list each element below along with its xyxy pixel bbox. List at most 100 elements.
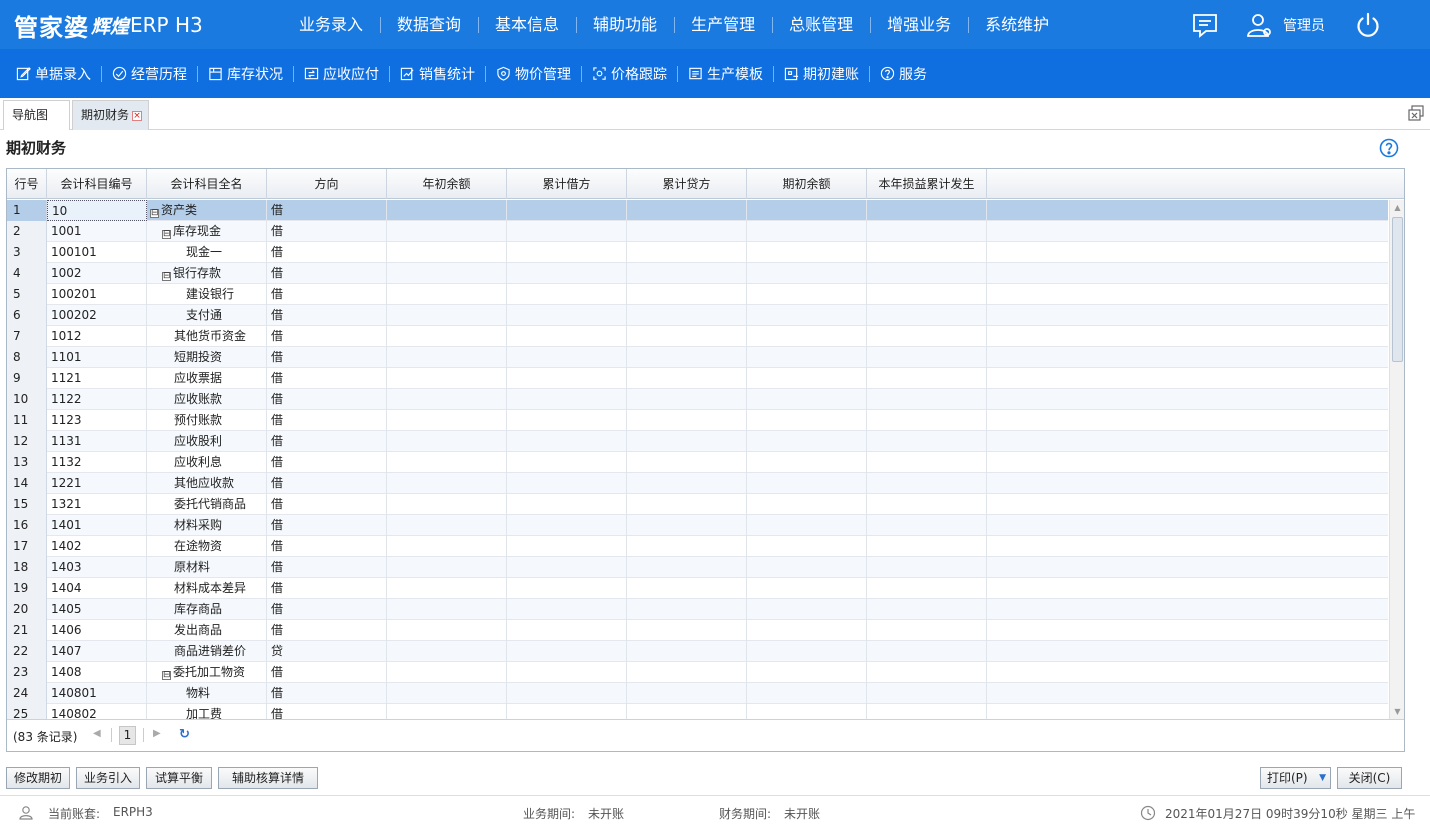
direction-cell[interactable]: 借: [267, 557, 387, 578]
account-code-cell[interactable]: 1321: [47, 494, 147, 515]
main-nav-item[interactable]: 生产管理: [674, 0, 772, 49]
amount-cell[interactable]: [747, 557, 867, 578]
table-row[interactable]: 25 140802 加工费 借: [7, 704, 1388, 719]
close-tab-icon[interactable]: ×: [132, 111, 142, 121]
amount-cell[interactable]: [507, 536, 627, 557]
col-header-direction[interactable]: 方向: [267, 169, 387, 199]
amount-cell[interactable]: [747, 284, 867, 305]
amount-cell[interactable]: [867, 200, 987, 221]
amount-cell[interactable]: [507, 557, 627, 578]
amount-cell[interactable]: [507, 473, 627, 494]
account-name-cell[interactable]: 发出商品: [147, 620, 267, 641]
amount-cell[interactable]: [507, 410, 627, 431]
amount-cell[interactable]: [627, 200, 747, 221]
amount-cell[interactable]: [387, 515, 507, 536]
refresh-icon[interactable]: ↻: [179, 727, 191, 742]
amount-cell[interactable]: [867, 662, 987, 683]
account-code-cell[interactable]: 100202: [47, 305, 147, 326]
amount-cell[interactable]: [387, 326, 507, 347]
direction-cell[interactable]: 借: [267, 473, 387, 494]
amount-cell[interactable]: [747, 305, 867, 326]
amount-cell[interactable]: [507, 263, 627, 284]
amount-cell[interactable]: [867, 620, 987, 641]
direction-cell[interactable]: 借: [267, 494, 387, 515]
direction-cell[interactable]: 借: [267, 347, 387, 368]
direction-cell[interactable]: 借: [267, 326, 387, 347]
amount-cell[interactable]: [747, 200, 867, 221]
amount-cell[interactable]: [627, 368, 747, 389]
direction-cell[interactable]: 借: [267, 200, 387, 221]
direction-cell[interactable]: 借: [267, 536, 387, 557]
direction-cell[interactable]: 借: [267, 431, 387, 452]
amount-cell[interactable]: [747, 452, 867, 473]
account-name-cell[interactable]: 短期投资: [147, 347, 267, 368]
account-name-cell[interactable]: 其他货币资金: [147, 326, 267, 347]
amount-cell[interactable]: [507, 683, 627, 704]
amount-cell[interactable]: [867, 515, 987, 536]
amount-cell[interactable]: [747, 620, 867, 641]
amount-cell[interactable]: [627, 410, 747, 431]
amount-cell[interactable]: [627, 683, 747, 704]
amount-cell[interactable]: [747, 599, 867, 620]
scroll-up-arrow[interactable]: ▲: [1390, 200, 1405, 215]
main-nav-item[interactable]: 系统维护: [968, 0, 1066, 49]
amount-cell[interactable]: [507, 305, 627, 326]
amount-cell[interactable]: [507, 389, 627, 410]
amount-cell[interactable]: [867, 326, 987, 347]
account-name-cell[interactable]: 加工费: [147, 704, 267, 719]
table-row[interactable]: 8 1101 短期投资 借: [7, 347, 1388, 368]
account-name-cell[interactable]: 预付账款: [147, 410, 267, 431]
amount-cell[interactable]: [507, 515, 627, 536]
account-name-cell[interactable]: 商品进销差价: [147, 641, 267, 662]
table-row[interactable]: 2 1001 ⊟ 库存现金借: [7, 221, 1388, 242]
amount-cell[interactable]: [387, 284, 507, 305]
amount-cell[interactable]: [387, 641, 507, 662]
amount-cell[interactable]: [747, 704, 867, 719]
table-row[interactable]: 12 1131 应收股利 借: [7, 431, 1388, 452]
amount-cell[interactable]: [627, 557, 747, 578]
amount-cell[interactable]: [627, 599, 747, 620]
amount-cell[interactable]: [387, 494, 507, 515]
collapse-toggle-icon[interactable]: ⊟: [150, 209, 159, 218]
account-code-cell[interactable]: 100101: [47, 242, 147, 263]
account-name-cell[interactable]: 原材料: [147, 557, 267, 578]
amount-cell[interactable]: [867, 494, 987, 515]
account-name-cell[interactable]: 现金一: [147, 242, 267, 263]
amount-cell[interactable]: [747, 683, 867, 704]
amount-cell[interactable]: [747, 347, 867, 368]
print-button[interactable]: 打印(P) ▼: [1260, 767, 1331, 789]
subnav-item-inventory[interactable]: 库存状况: [197, 63, 294, 85]
amount-cell[interactable]: [387, 578, 507, 599]
amount-cell[interactable]: [507, 242, 627, 263]
amount-cell[interactable]: [867, 389, 987, 410]
table-row[interactable]: 21 1406 发出商品 借: [7, 620, 1388, 641]
main-nav-item[interactable]: 数据查询: [380, 0, 478, 49]
col-header-pl[interactable]: 本年损益累计发生: [867, 169, 987, 199]
amount-cell[interactable]: [627, 284, 747, 305]
account-name-cell[interactable]: ⊟ 委托加工物资: [147, 662, 267, 683]
amount-cell[interactable]: [507, 326, 627, 347]
amount-cell[interactable]: [387, 662, 507, 683]
amount-cell[interactable]: [747, 326, 867, 347]
amount-cell[interactable]: [507, 620, 627, 641]
account-code-cell[interactable]: 1123: [47, 410, 147, 431]
direction-cell[interactable]: 借: [267, 368, 387, 389]
account-name-cell[interactable]: 物料: [147, 683, 267, 704]
account-code-cell[interactable]: 1401: [47, 515, 147, 536]
vertical-scrollbar[interactable]: ▲ ▼: [1389, 200, 1404, 719]
direction-cell[interactable]: 借: [267, 662, 387, 683]
account-name-cell[interactable]: 材料采购: [147, 515, 267, 536]
close-button[interactable]: 关闭(C): [1337, 767, 1402, 789]
business-import-button[interactable]: 业务引入: [76, 767, 140, 789]
account-code-cell[interactable]: 1132: [47, 452, 147, 473]
amount-cell[interactable]: [387, 347, 507, 368]
amount-cell[interactable]: [747, 389, 867, 410]
power-icon[interactable]: [1354, 11, 1382, 39]
account-code-cell[interactable]: 1403: [47, 557, 147, 578]
amount-cell[interactable]: [747, 641, 867, 662]
table-row[interactable]: 19 1404 材料成本差异 借: [7, 578, 1388, 599]
amount-cell[interactable]: [867, 641, 987, 662]
amount-cell[interactable]: [627, 221, 747, 242]
amount-cell[interactable]: [507, 641, 627, 662]
account-name-cell[interactable]: 应收账款: [147, 389, 267, 410]
